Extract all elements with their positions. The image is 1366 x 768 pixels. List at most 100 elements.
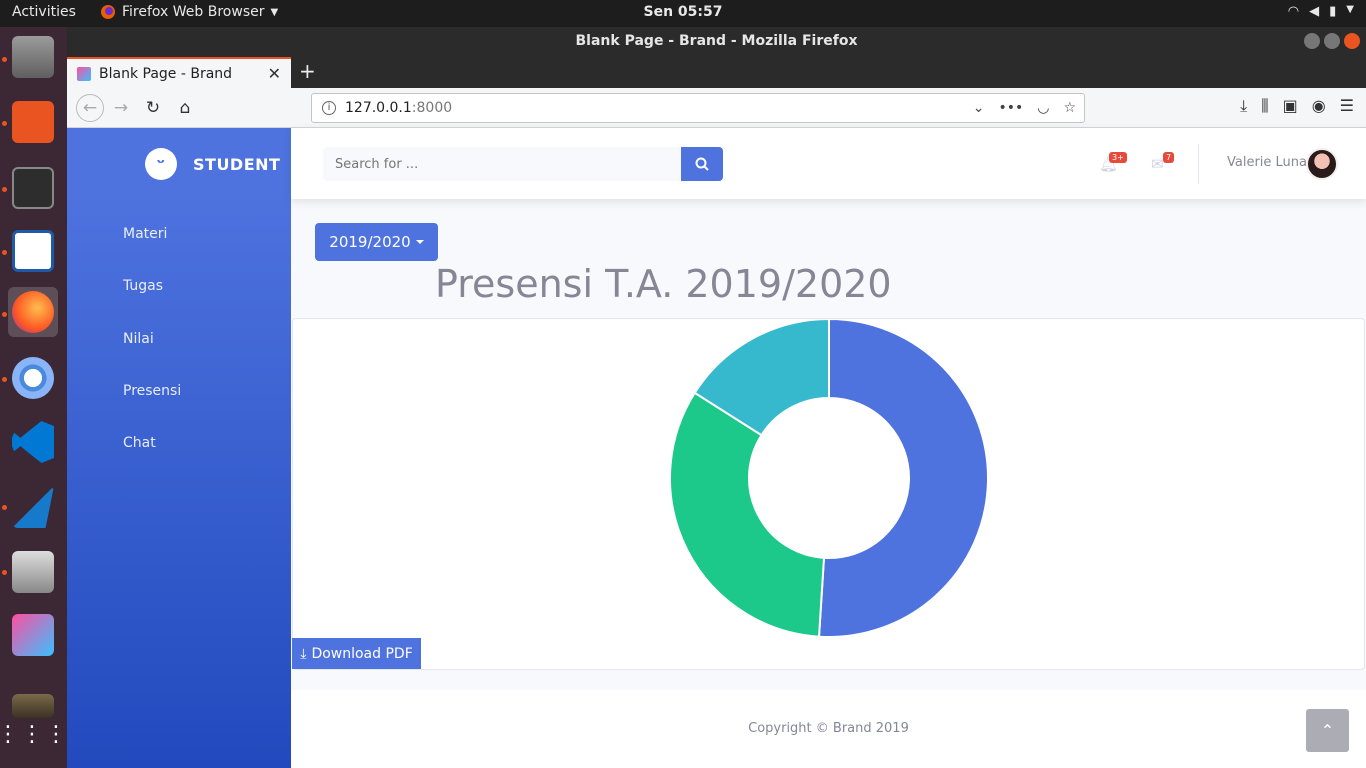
year-dropdown-label: 2019/2020 — [329, 233, 411, 251]
window-title: Blank Page - Brand - Mozilla Firefox — [575, 33, 858, 49]
url-host: 127.0.0.1 — [345, 100, 412, 116]
window-title-bar: Blank Page - Brand - Mozilla Firefox — [67, 27, 1366, 55]
year-dropdown-button[interactable]: 2019/2020 — [315, 223, 438, 261]
pocket-icon[interactable]: ◡ — [1037, 94, 1049, 122]
search-input[interactable] — [323, 147, 681, 181]
close-window-button[interactable] — [1344, 33, 1360, 49]
chevron-down-icon[interactable]: ⌄ — [973, 94, 985, 122]
back-button[interactable]: ← — [76, 94, 104, 122]
terminal-icon — [12, 167, 54, 209]
maximize-button[interactable] — [1324, 33, 1340, 49]
info-icon[interactable]: i — [322, 101, 336, 115]
new-tab-button[interactable]: + — [299, 59, 316, 83]
system-top-bar: Activities Firefox Web Browser ▼ Sen 05:… — [0, 0, 1366, 27]
dock-scanner[interactable] — [8, 547, 58, 597]
url-port: :8000 — [411, 100, 453, 116]
alerts-button[interactable]: 🔔︎ 3+ — [1099, 152, 1127, 173]
sidebar-item-tugas[interactable]: Tugas — [123, 278, 163, 294]
attendance-donut-chart — [669, 317, 990, 638]
dock-firefox[interactable] — [8, 287, 58, 337]
reload-button[interactable]: ↻ — [141, 96, 165, 120]
avatar[interactable] — [1306, 148, 1338, 180]
tab-blank-page[interactable]: Blank Page - Brand ✕ — [67, 57, 291, 88]
activities-button[interactable]: Activities — [12, 4, 76, 20]
dock-wireshark[interactable] — [8, 482, 58, 532]
running-indicator — [2, 187, 7, 192]
more-actions-icon[interactable]: ••• — [998, 94, 1023, 122]
account-icon[interactable]: ◉ — [1312, 96, 1326, 116]
tab-bar: Blank Page - Brand ✕ + — [67, 55, 1366, 88]
document-icon — [12, 230, 54, 272]
toolbar-right: ⤓ ⫼ ▣ ◉ ☰ — [1240, 96, 1354, 116]
user-name[interactable]: Valerie Luna — [1227, 155, 1307, 170]
volume-icon: ◀ — [1309, 4, 1320, 19]
shark-fin-icon — [12, 486, 54, 528]
dock-chromium[interactable] — [8, 353, 58, 403]
search-button[interactable] — [681, 147, 723, 181]
sidebar-item-materi[interactable]: Materi — [123, 226, 167, 242]
dock-app-layers[interactable] — [8, 610, 58, 660]
search-icon — [695, 157, 709, 171]
show-applications-button[interactable]: ⋮⋮⋮ — [0, 710, 67, 760]
footer: Copyright © Brand 2019 — [291, 690, 1366, 768]
files-icon — [12, 36, 54, 78]
layers-icon — [12, 614, 54, 656]
caret-down-icon — [415, 240, 424, 244]
sidebar-item-chat[interactable]: Chat — [123, 435, 156, 451]
minimize-button[interactable] — [1304, 33, 1320, 49]
firefox-icon — [101, 5, 115, 19]
running-indicator — [2, 57, 7, 62]
brand-text: STUDENT — [193, 154, 281, 174]
app-menu[interactable]: Firefox Web Browser ▼ — [100, 4, 278, 20]
donut-slice-1[interactable] — [669, 391, 826, 638]
running-indicator — [2, 312, 7, 317]
download-icon: ⤓ — [300, 645, 307, 662]
chevron-up-icon: ⌃ — [1320, 721, 1335, 740]
chevron-down-icon: ▼ — [270, 6, 279, 18]
running-indicator — [2, 121, 7, 126]
messages-button[interactable]: ✉ 7 — [1151, 152, 1175, 173]
topbar-divider — [1198, 144, 1199, 184]
scroll-to-top-button[interactable]: ⌃ — [1306, 709, 1349, 752]
dock-files[interactable] — [8, 32, 58, 82]
sidebar-brand[interactable]: ᵕ STUDENT — [145, 148, 280, 180]
forward-button[interactable]: → — [109, 96, 133, 120]
window-controls — [1304, 33, 1360, 49]
running-indicator — [2, 505, 7, 510]
system-tray[interactable]: ◠ ◀ ▮ ▼ — [1288, 4, 1354, 19]
dock-terminal[interactable] — [8, 163, 58, 213]
chart-card — [292, 317, 1365, 670]
sidebar-item-presensi[interactable]: Presensi — [123, 383, 181, 399]
home-button[interactable]: ⌂ — [173, 96, 197, 120]
laugh-wink-icon: ᵕ — [145, 148, 177, 180]
library-icon[interactable]: ⫼ — [1261, 96, 1268, 116]
dock: ⋮⋮⋮ — [0, 27, 67, 768]
topbar: 🔔︎ 3+ ✉ 7 Valerie Luna — [291, 128, 1366, 199]
sidebar-item-nilai[interactable]: Nilai — [123, 331, 154, 347]
dock-software[interactable] — [8, 97, 58, 147]
download-pdf-label: Download PDF — [311, 645, 413, 662]
downloads-icon[interactable]: ⤓ — [1240, 96, 1247, 116]
url-actions: ⌄ ••• ◡ ☆ — [973, 94, 1076, 122]
software-center-icon — [12, 101, 54, 143]
donut-slice-0[interactable] — [817, 317, 990, 638]
copyright-text: Copyright © Brand 2019 — [748, 721, 909, 736]
sidebar-toggle-icon[interactable]: ▣ — [1283, 96, 1298, 116]
url-bar[interactable]: i 127.0.0.1:8000 ⌄ ••• ◡ ☆ — [311, 93, 1085, 123]
download-pdf-button[interactable]: ⤓ Download PDF — [292, 638, 421, 669]
dock-vscode[interactable] — [8, 417, 58, 467]
navigation-toolbar: ← → ↻ ⌂ i 127.0.0.1:8000 ⌄ ••• ◡ ☆ ⤓ ⫼ ▣… — [67, 88, 1366, 128]
chevron-down-icon: ▼ — [1346, 4, 1354, 15]
bookmark-star-icon[interactable]: ☆ — [1063, 94, 1076, 122]
wifi-icon: ◠ — [1287, 4, 1300, 19]
clock[interactable]: Sen 05:57 — [644, 4, 723, 20]
favicon-icon — [77, 66, 91, 81]
vscode-icon — [12, 421, 54, 463]
close-tab-icon[interactable]: ✕ — [268, 64, 281, 83]
hamburger-menu-icon[interactable]: ☰ — [1340, 96, 1354, 116]
tab-label: Blank Page - Brand — [99, 65, 233, 82]
running-indicator — [2, 250, 7, 255]
battery-icon: ▮ — [1329, 4, 1337, 19]
page-title: Presensi T.A. 2019/2020 — [435, 262, 892, 306]
dock-writer[interactable] — [8, 226, 58, 276]
